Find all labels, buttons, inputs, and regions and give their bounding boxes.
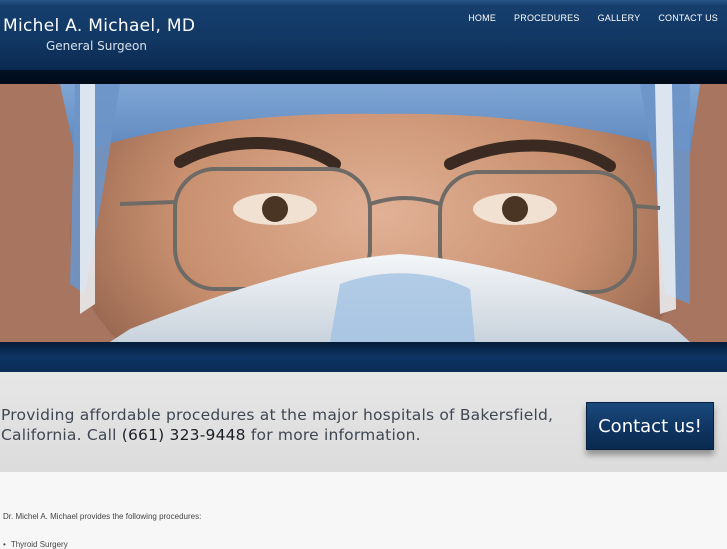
info-banner: Providing affordable procedures at the m… <box>0 372 727 472</box>
phone-number[interactable]: (661) 323-9448 <box>122 426 246 444</box>
main-content: Dr. Michel A. Michael provides the follo… <box>0 472 727 549</box>
hero-image <box>0 84 727 342</box>
header-highlight <box>0 0 727 6</box>
main-nav: HOME PROCEDURES GALLERY CONTACT US <box>468 13 718 23</box>
hero-bottom-strip <box>0 342 727 372</box>
banner-message: Providing affordable procedures at the m… <box>1 405 561 445</box>
procedures-intro: Dr. Michel A. Michael provides the follo… <box>3 512 202 521</box>
site-header: Michel A. Michael, MD General Surgeon HO… <box>0 0 727 84</box>
surgeon-portrait-illustration <box>0 84 727 342</box>
site-title[interactable]: Michel A. Michael, MD <box>3 16 195 36</box>
nav-gallery[interactable]: GALLERY <box>598 13 641 23</box>
site-subtitle: General Surgeon <box>46 39 147 53</box>
banner-text-outro: for more information. <box>245 426 421 444</box>
nav-contact-us[interactable]: CONTACT US <box>658 13 718 23</box>
contact-us-button[interactable]: Contact us! <box>586 402 714 450</box>
nav-home[interactable]: HOME <box>468 13 496 23</box>
nav-procedures[interactable]: PROCEDURES <box>514 13 580 23</box>
header-bottom-band <box>0 70 727 84</box>
